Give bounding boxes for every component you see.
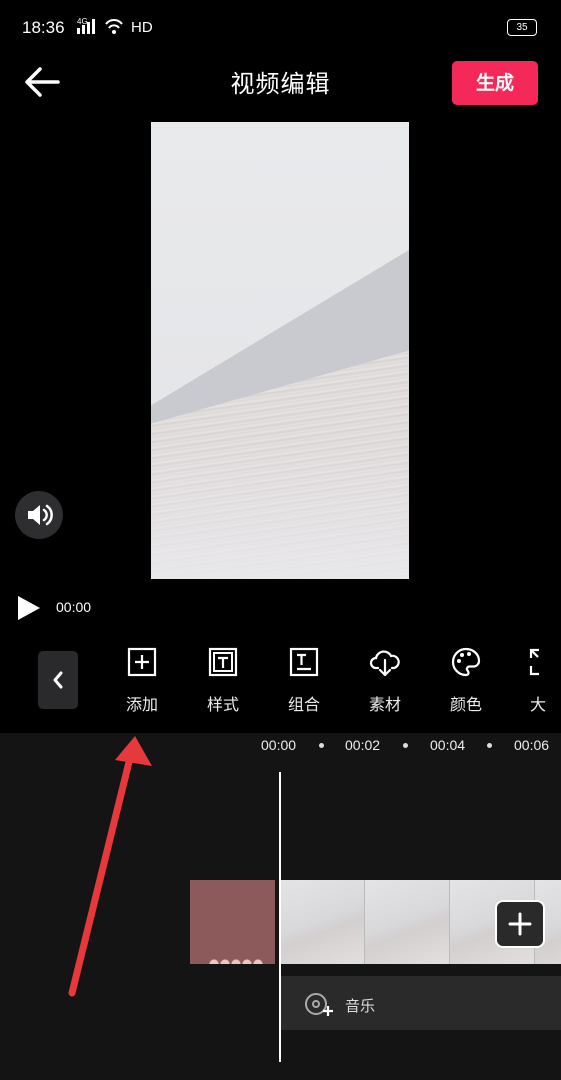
cloud-download-icon <box>369 650 400 677</box>
tool-combo[interactable]: 组合 <box>272 646 336 726</box>
annotation-arrow <box>60 728 160 1004</box>
add-clip-button[interactable] <box>495 900 545 948</box>
tool-label: 大 <box>530 695 547 714</box>
tool-label: 添加 <box>125 695 158 714</box>
ruler-dot <box>487 743 492 748</box>
music-add-icon <box>303 990 335 1022</box>
cover-clip[interactable] <box>190 880 275 964</box>
video-preview[interactable] <box>151 122 409 579</box>
ruler-time: 00:04 <box>430 737 466 753</box>
signal-icon: 4G <box>76 16 126 39</box>
current-time: 00:00 <box>56 599 92 615</box>
tool-material[interactable]: 素材 <box>353 646 417 726</box>
status-time: 18:36 <box>22 18 65 37</box>
tool-label: 样式 <box>206 695 239 714</box>
ruler-dot <box>403 743 408 748</box>
volume-icon[interactable] <box>15 491 63 539</box>
collapse-toolbar-button[interactable] <box>38 651 78 709</box>
clip-frame <box>365 880 450 964</box>
play-icon[interactable] <box>14 594 42 622</box>
tool-size[interactable]: 大 <box>515 646 561 726</box>
resize-icon <box>529 648 539 676</box>
add-square-icon <box>127 647 157 677</box>
ruler-time: 00:00 <box>261 737 297 753</box>
tool-label: 颜色 <box>449 695 482 714</box>
ruler-dot <box>319 743 324 748</box>
text-combo-icon <box>289 647 319 677</box>
tool-label: 素材 <box>368 695 401 714</box>
signal-type: 4G <box>77 17 88 26</box>
tool-color[interactable]: 颜色 <box>434 646 498 726</box>
clip-frame <box>280 880 365 964</box>
music-label: 音乐 <box>345 997 376 1015</box>
palette-icon <box>451 647 481 677</box>
ruler-time: 00:02 <box>345 737 381 753</box>
tool-label: 组合 <box>287 695 320 714</box>
tool-style[interactable]: 样式 <box>191 646 255 726</box>
tool-add[interactable]: 添加 <box>110 646 174 726</box>
generate-button[interactable]: 生成 <box>452 61 538 105</box>
network-label: HD <box>131 19 153 36</box>
status-bar: 18:36 4G HD 35 <box>0 0 561 56</box>
ruler-time: 00:06 <box>514 737 550 753</box>
battery-icon: 35 <box>507 19 537 36</box>
playhead[interactable] <box>279 772 281 1062</box>
text-style-icon <box>208 647 238 677</box>
